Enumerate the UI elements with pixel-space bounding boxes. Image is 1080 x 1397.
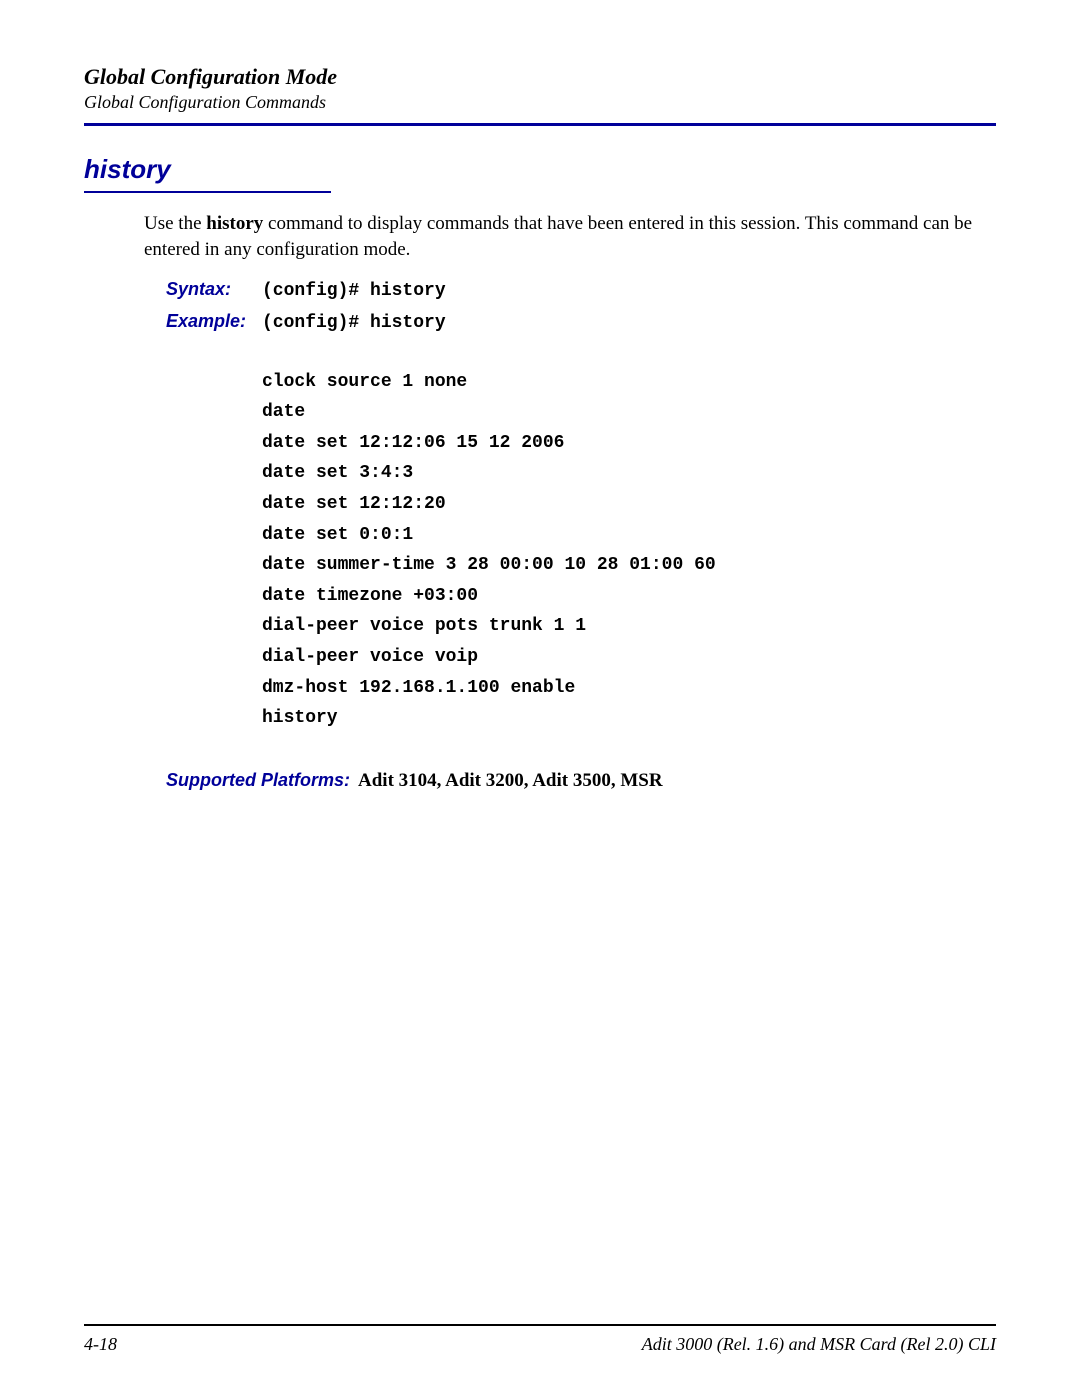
output-line: dial-peer voice voip bbox=[262, 642, 996, 673]
output-line: date set 12:12:20 bbox=[262, 489, 996, 520]
supported-platforms-label: Supported Platforms: bbox=[166, 770, 350, 791]
page-footer: 4-18 Adit 3000 (Rel. 1.6) and MSR Card (… bbox=[84, 1324, 996, 1355]
example-row: Example: (config)# history bbox=[166, 311, 996, 333]
output-line: date summer-time 3 28 00:00 10 28 01:00 … bbox=[262, 550, 996, 581]
output-line: date set 3:4:3 bbox=[262, 458, 996, 489]
output-line: clock source 1 none bbox=[262, 367, 996, 398]
syntax-row: Syntax: (config)# history bbox=[166, 279, 996, 301]
section-path: Global Configuration Commands bbox=[84, 92, 996, 113]
example-value: (config)# history bbox=[262, 313, 446, 333]
output-line: date set 0:0:1 bbox=[262, 520, 996, 551]
output-line: dmz-host 192.168.1.100 enable bbox=[262, 673, 996, 704]
output-line: date set 12:12:06 15 12 2006 bbox=[262, 428, 996, 459]
desc-post: command to display commands that have be… bbox=[144, 213, 972, 260]
output-line: history bbox=[262, 703, 996, 734]
history-output: clock source 1 none date date set 12:12:… bbox=[262, 367, 996, 734]
syntax-value: (config)# history bbox=[262, 281, 446, 301]
command-heading: history bbox=[84, 154, 331, 193]
output-line: date bbox=[262, 397, 996, 428]
page-number: 4-18 bbox=[84, 1334, 117, 1355]
supported-platforms-row: Supported Platforms: Adit 3104, Adit 320… bbox=[166, 770, 996, 792]
example-label: Example: bbox=[166, 311, 262, 332]
output-line: date timezone +03:00 bbox=[262, 581, 996, 612]
desc-pre: Use the bbox=[144, 213, 206, 234]
chapter-title: Global Configuration Mode bbox=[84, 64, 996, 90]
supported-platforms-value: Adit 3104, Adit 3200, Adit 3500, MSR bbox=[358, 770, 663, 792]
syntax-label: Syntax: bbox=[166, 279, 262, 300]
desc-bold: history bbox=[206, 213, 263, 234]
output-line: dial-peer voice pots trunk 1 1 bbox=[262, 611, 996, 642]
definition-table: Syntax: (config)# history Example: (conf… bbox=[166, 279, 996, 333]
header-divider bbox=[84, 123, 996, 126]
doc-title: Adit 3000 (Rel. 1.6) and MSR Card (Rel 2… bbox=[642, 1334, 996, 1355]
command-description: Use the history command to display comma… bbox=[144, 211, 996, 262]
command-body: Use the history command to display comma… bbox=[144, 211, 996, 791]
page-header: Global Configuration Mode Global Configu… bbox=[84, 64, 996, 126]
